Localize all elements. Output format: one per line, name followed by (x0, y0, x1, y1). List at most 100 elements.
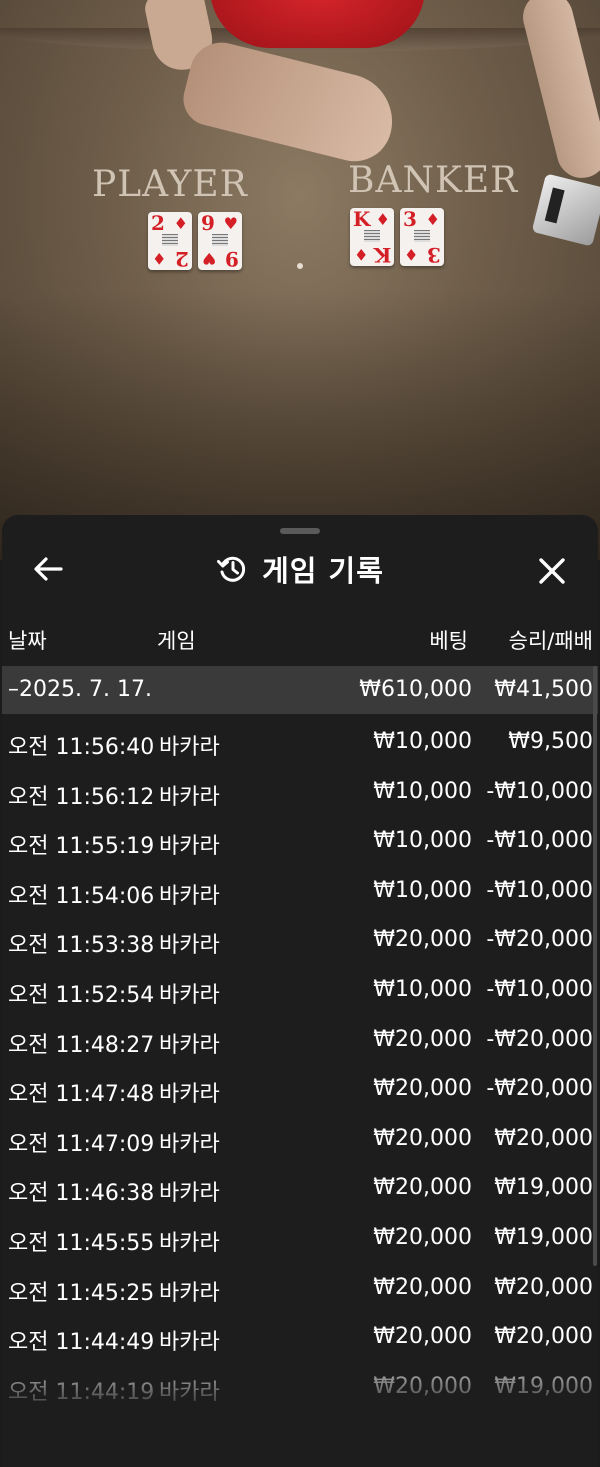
row-result: -₩10,000 (486, 778, 593, 804)
history-row[interactable]: 오전 11:44:49 바카라 ₩20,000 ₩20,000 (2, 1313, 598, 1363)
row-time: 오전 11:55:19 (8, 834, 155, 860)
playing-card: 2 ♦ 2 ♦ (148, 212, 192, 271)
game-history-sheet: 게임 기록 날짜 게임 베팅 승리/패배 –2025. 7. 17. ₩610,… (2, 515, 598, 1467)
row-result: ₩20,000 (494, 1324, 593, 1350)
history-row[interactable]: 오전 11:56:40 바카라 ₩10,000 ₩9,500 (2, 718, 598, 768)
sheet-title-group: 게임 기록 (2, 543, 598, 595)
row-time: 오전 11:54:06 (8, 883, 155, 909)
row-bet: ₩20,000 (373, 1324, 472, 1350)
close-button[interactable] (532, 551, 572, 591)
row-game: 바카라 (159, 1379, 220, 1405)
row-result: ₩19,000 (494, 1175, 593, 1201)
history-row[interactable]: 오전 11:45:25 바카라 ₩20,000 ₩20,000 (2, 1264, 598, 1314)
row-result: -₩20,000 (486, 1076, 593, 1102)
arrow-left-icon (34, 557, 63, 581)
row-time: 오전 11:47:09 (8, 1131, 155, 1157)
history-row[interactable]: 오전 11:47:48 바카라 ₩20,000 -₩20,000 (2, 1065, 598, 1115)
history-row[interactable]: 오전 11:52:54 바카라 ₩10,000 -₩10,000 (2, 966, 598, 1016)
game-screen: PLAYER BANKER 2 ♦ 2 ♦ 9 ♥ 9 ♥ K ♦ K ♦ 3 … (0, 0, 600, 1467)
row-bet: ₩20,000 (373, 1076, 472, 1102)
history-row[interactable]: 오전 11:48:27 바카라 ₩20,000 -₩20,000 (2, 1016, 598, 1066)
row-result: -₩10,000 (486, 828, 593, 854)
history-row[interactable]: 오전 11:56:12 바카라 ₩10,000 -₩10,000 (2, 768, 598, 818)
banker-label: BANKER (348, 160, 519, 201)
dealer-hand (177, 35, 403, 170)
row-time: 오전 11:56:12 (8, 784, 155, 810)
row-time: 오전 11:53:38 (8, 933, 155, 959)
playing-card: K ♦ K ♦ (350, 208, 394, 267)
row-game: 바카라 (159, 735, 220, 760)
row-result: -₩20,000 (486, 1026, 593, 1052)
history-row[interactable]: 오전 11:53:38 바카라 ₩20,000 -₩20,000 (2, 916, 598, 966)
history-row[interactable]: 오전 11:54:06 바카라 ₩10,000 -₩10,000 (2, 867, 598, 917)
group-bet-total: ₩610,000 (359, 677, 472, 702)
row-result: ₩19,000 (494, 1373, 593, 1399)
row-result: ₩20,000 (494, 1274, 593, 1300)
playing-card: 3 ♦ 3 ♦ (400, 208, 444, 267)
row-bet: ₩10,000 (373, 729, 472, 754)
row-time: 오전 11:45:25 (8, 1280, 155, 1306)
sheet-title: 게임 기록 (262, 554, 384, 588)
date-group-row[interactable]: –2025. 7. 17. ₩610,000 ₩41,500 (2, 666, 598, 714)
history-row[interactable]: 오전 11:47:09 바카라 ₩20,000 ₩20,000 (2, 1115, 598, 1165)
table-marker-dot (297, 263, 303, 269)
row-result: -₩10,000 (486, 877, 593, 903)
column-header-date: 날짜 (8, 629, 47, 653)
row-result: -₩20,000 (486, 927, 593, 953)
row-time: 오전 11:44:49 (8, 1330, 155, 1356)
row-bet: ₩20,000 (373, 927, 472, 953)
row-time: 오전 11:46:38 (8, 1181, 155, 1207)
back-button[interactable] (30, 551, 66, 587)
history-list: 오전 11:56:40 바카라 ₩10,000 ₩9,500 오전 11:56:… (2, 718, 598, 1412)
row-time: 오전 11:48:27 (8, 1032, 155, 1058)
row-result: -₩10,000 (486, 976, 593, 1002)
row-game: 바카라 (159, 1181, 220, 1207)
row-result: ₩9,500 (508, 729, 593, 754)
row-game: 바카라 (159, 834, 220, 860)
row-game: 바카라 (159, 784, 220, 810)
history-row[interactable]: 오전 11:44:19 바카라 ₩20,000 ₩19,000 (2, 1363, 598, 1413)
group-date: –2025. 7. 17. (8, 677, 152, 702)
scrollbar[interactable] (593, 666, 597, 1266)
row-bet: ₩10,000 (373, 877, 472, 903)
row-bet: ₩10,000 (373, 976, 472, 1002)
playing-card: 9 ♥ 9 ♥ (198, 212, 242, 271)
row-bet: ₩20,000 (373, 1125, 472, 1151)
row-game: 바카라 (159, 1032, 220, 1058)
player-label: PLAYER (92, 164, 248, 205)
row-game: 바카라 (159, 1082, 220, 1108)
row-bet: ₩20,000 (373, 1175, 472, 1201)
row-game: 바카라 (159, 1330, 220, 1356)
row-bet: ₩10,000 (373, 778, 472, 804)
banker-cards: K ♦ K ♦ 3 ♦ 3 ♦ (350, 208, 444, 267)
card-shoe (531, 173, 600, 247)
sheet-header: 게임 기록 (2, 543, 598, 595)
row-bet: ₩20,000 (373, 1224, 472, 1250)
row-game: 바카라 (159, 1280, 220, 1306)
row-result: ₩20,000 (494, 1125, 593, 1151)
row-time: 오전 11:56:40 (8, 735, 155, 760)
live-video-feed: PLAYER BANKER 2 ♦ 2 ♦ 9 ♥ 9 ♥ K ♦ K ♦ 3 … (0, 0, 600, 560)
row-bet: ₩20,000 (373, 1274, 472, 1300)
row-game: 바카라 (159, 933, 220, 959)
row-time: 오전 11:52:54 (8, 982, 155, 1008)
row-result: ₩19,000 (494, 1224, 593, 1250)
sheet-drag-handle[interactable] (280, 528, 320, 534)
history-row[interactable]: 오전 11:45:55 바카라 ₩20,000 ₩19,000 (2, 1214, 598, 1264)
history-row[interactable]: 오전 11:55:19 바카라 ₩10,000 -₩10,000 (2, 817, 598, 867)
row-bet: ₩10,000 (373, 828, 472, 854)
row-time: 오전 11:45:55 (8, 1230, 155, 1256)
player-cards: 2 ♦ 2 ♦ 9 ♥ 9 ♥ (148, 212, 242, 271)
column-header-bet: 베팅 (429, 629, 468, 653)
row-game: 바카라 (159, 1230, 220, 1256)
history-icon (217, 556, 246, 582)
row-bet: ₩20,000 (373, 1026, 472, 1052)
row-game: 바카라 (159, 1131, 220, 1157)
row-game: 바카라 (159, 883, 220, 909)
column-header-result: 승리/패배 (508, 629, 593, 653)
row-game: 바카라 (159, 982, 220, 1008)
close-icon (539, 558, 565, 584)
column-headers: 날짜 게임 베팅 승리/패배 (2, 623, 598, 657)
row-bet: ₩20,000 (373, 1373, 472, 1399)
history-row[interactable]: 오전 11:46:38 바카라 ₩20,000 ₩19,000 (2, 1164, 598, 1214)
